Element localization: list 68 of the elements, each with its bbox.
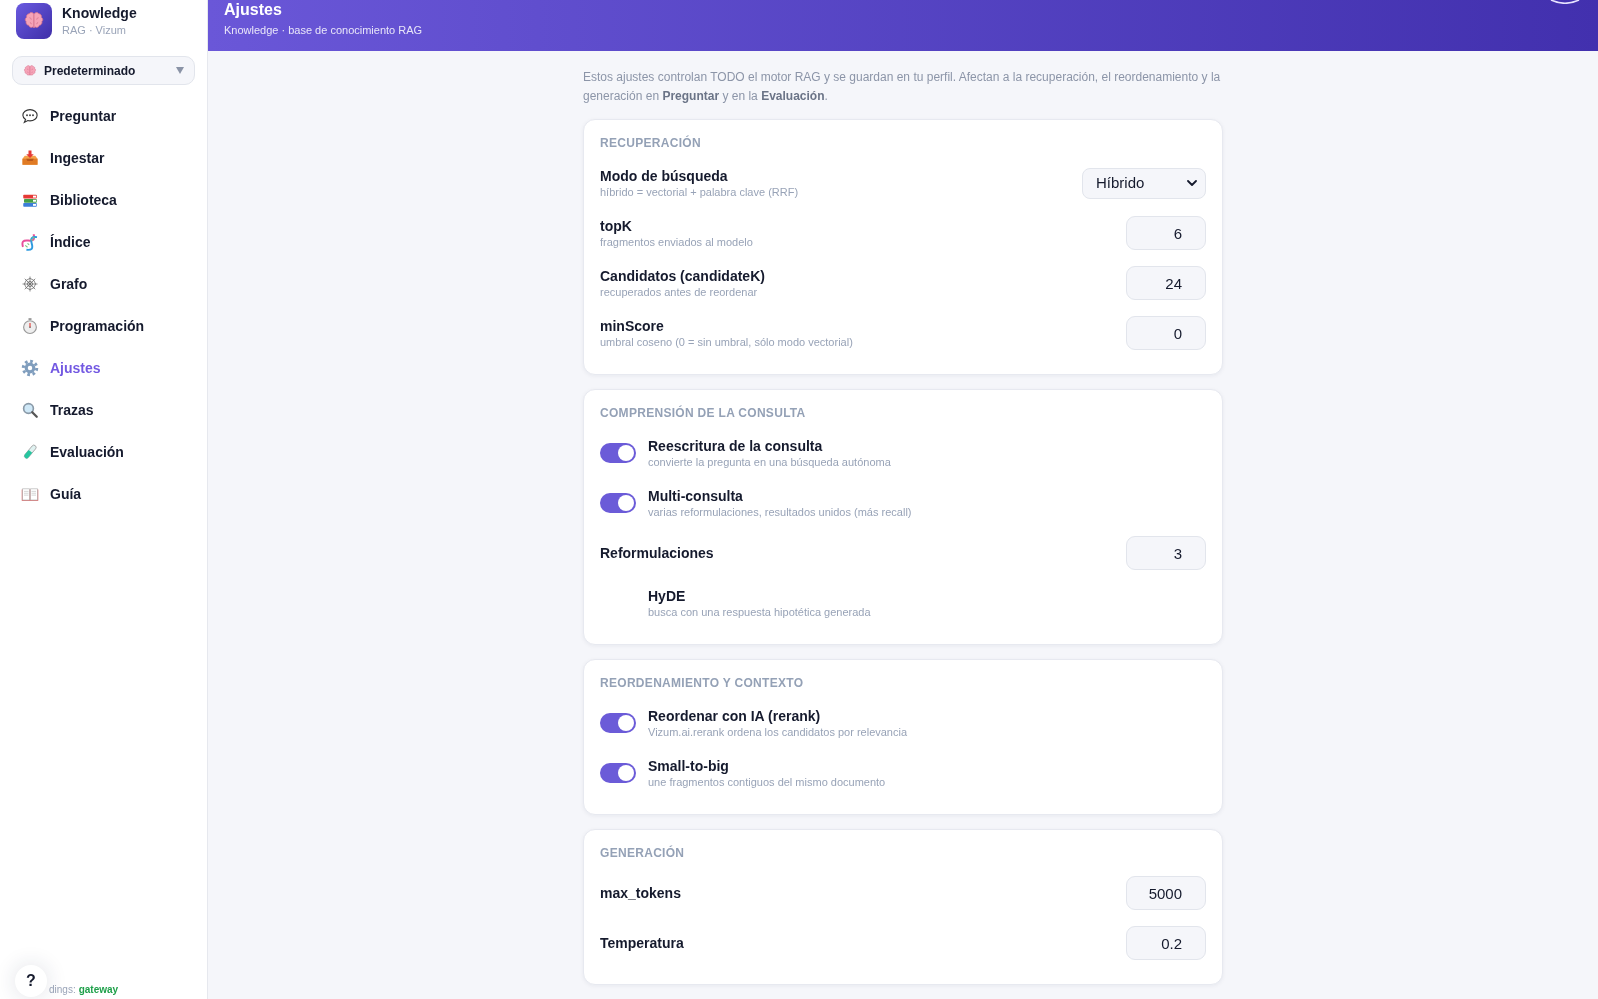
- setting-label: Multi-consulta: [648, 487, 743, 505]
- nav-item[interactable]: Ajustes: [12, 347, 195, 389]
- setting-label: HyDE: [648, 587, 686, 605]
- number-input[interactable]: 3: [1126, 536, 1206, 570]
- toggle-switch[interactable]: [600, 493, 636, 513]
- setting-label: Reformulaciones: [600, 544, 714, 562]
- setting-label: topK: [600, 217, 632, 235]
- nav-item[interactable]: Biblioteca: [12, 179, 195, 221]
- open-book-icon: [21, 485, 39, 503]
- dropdown[interactable]: Híbrido: [1082, 167, 1206, 199]
- number-input[interactable]: 0.2: [1126, 926, 1206, 960]
- brain-icon: [23, 63, 37, 78]
- setting-label: Reordenar con IA (rerank): [648, 707, 821, 725]
- section-title: COMPRENSIÓN DE LA CONSULTA: [600, 406, 807, 420]
- setting-label: Small-to-big: [648, 757, 729, 775]
- setting-hint: umbral coseno (0 = sin umbral, sólo modo vectorial): [600, 334, 853, 349]
- number-input[interactable]: 24: [1126, 266, 1206, 300]
- chevron-down-icon: [1187, 180, 1197, 186]
- app-subtitle: RAG · Vizum: [62, 23, 126, 37]
- page-subtitle: Knowledge · base de conocimiento RAG: [224, 23, 423, 37]
- gear-icon: [21, 359, 39, 377]
- inbox-tray-icon: [21, 149, 39, 167]
- nav-item[interactable]: Trazas: [12, 389, 195, 431]
- setting-label: minScore: [600, 317, 664, 335]
- toggle-switch[interactable]: [600, 763, 636, 783]
- section-title: GENERACIÓN: [600, 846, 686, 860]
- setting-label: max_tokens: [600, 884, 681, 902]
- nav-item[interactable]: Grafo: [12, 263, 195, 305]
- setting-hint: Vizum.ai.rerank ordena los candidatos por relevancia: [648, 724, 908, 739]
- round-button[interactable]: [1550, 0, 1580, 4]
- nav-item[interactable]: Guía: [12, 473, 195, 515]
- status-value: gateway: [78, 983, 119, 997]
- toggle-switch[interactable]: [600, 713, 636, 733]
- section-title: REORDENAMIENTO Y CONTEXTO: [600, 676, 805, 690]
- number-input[interactable]: 5000: [1126, 876, 1206, 910]
- toggle-switch[interactable]: [600, 443, 636, 463]
- section-title: RECUPERACIÓN: [600, 136, 702, 150]
- nav-item[interactable]: Evaluación: [12, 431, 195, 473]
- number-input[interactable]: 6: [1126, 216, 1206, 250]
- search-icon: [21, 401, 39, 419]
- caret-icon: [176, 67, 184, 74]
- setting-label: Modo de búsqueda: [600, 167, 728, 185]
- setting-label: Candidatos (candidateK): [600, 267, 765, 285]
- setting-hint: recuperados antes de reordenar: [600, 284, 758, 299]
- nav-item[interactable]: Ingestar: [12, 137, 195, 179]
- help-button[interactable]: ?: [15, 965, 47, 997]
- brain-icon: [16, 3, 52, 39]
- nav-item[interactable]: Índice: [12, 221, 195, 263]
- workspace-dropdown[interactable]: Predeterminado: [12, 56, 195, 85]
- dna-icon: [21, 233, 39, 251]
- setting-label: Reescritura de la consulta: [648, 437, 823, 455]
- stopwatch-icon: [21, 317, 39, 335]
- setting-hint: varias reformulaciones, resultados unidos (más recall): [648, 504, 912, 519]
- footer-label: dings:: [49, 983, 76, 997]
- speech-bubble-icon: [21, 107, 39, 125]
- setting-hint: une fragmentos contiguos del mismo documento: [648, 774, 886, 789]
- nav-item[interactable]: Preguntar: [12, 95, 195, 137]
- page-title: Ajustes: [224, 0, 282, 20]
- intro-text: Estos ajustes controlan TODO el motor RAG y se guardan en tu perfil. Afectan a la recuperación, el reordenamiento y la generación en Preguntar y en la Evaluación.: [583, 69, 1222, 105]
- setting-hint: busca con una respuesta hipotética generada: [648, 604, 871, 619]
- app-name: Knowledge: [62, 5, 137, 22]
- setting-label: Temperatura: [600, 934, 684, 952]
- number-input[interactable]: 0: [1126, 316, 1206, 350]
- spider-web-icon: [21, 275, 39, 293]
- setting-hint: híbrido = vectorial + palabra clave (RRF): [600, 184, 799, 199]
- nav-item[interactable]: Programación: [12, 305, 195, 347]
- setting-hint: fragmentos enviados al modelo: [600, 234, 753, 249]
- setting-hint: convierte la pregunta en una búsqueda autónoma: [648, 454, 891, 469]
